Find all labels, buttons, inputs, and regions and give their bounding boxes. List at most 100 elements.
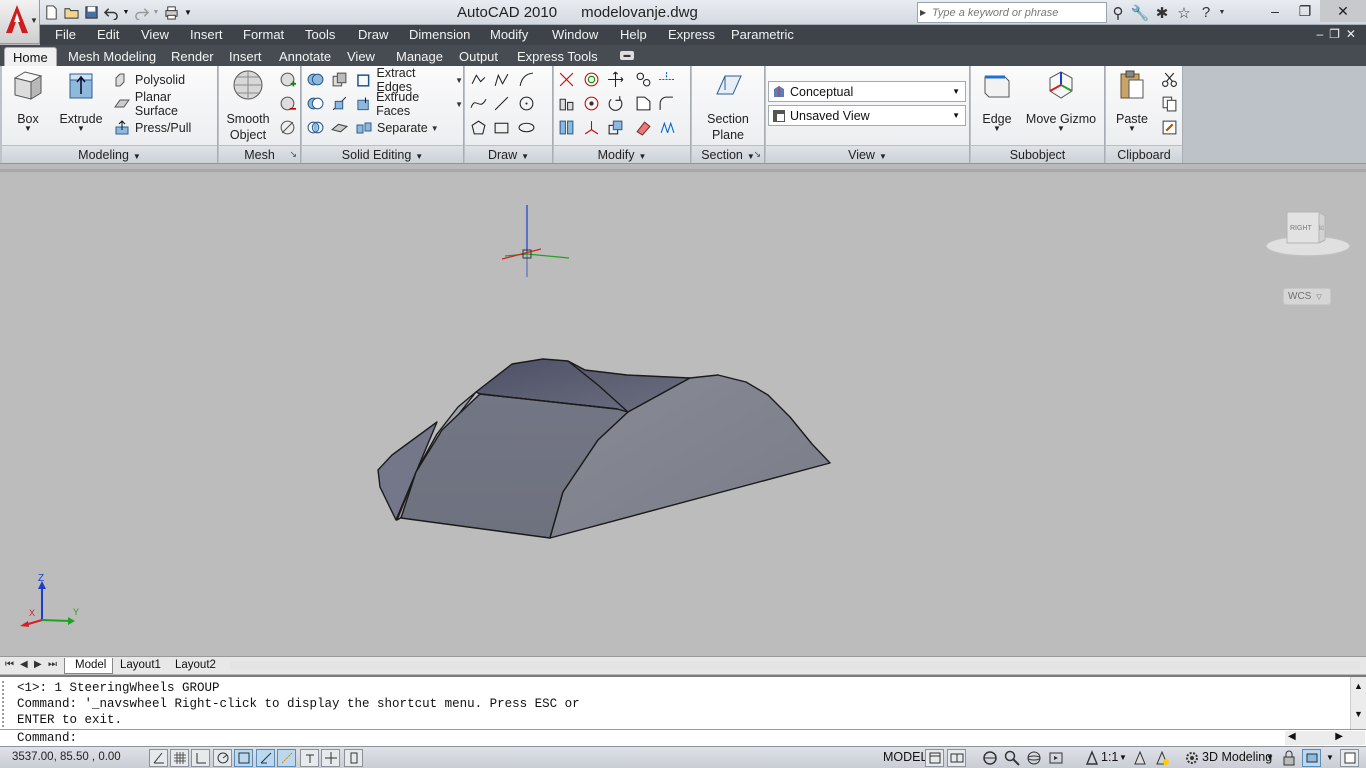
steering-wheel-icon[interactable] [980,749,1000,767]
save-icon[interactable] [82,4,100,22]
document-window-controls[interactable]: –❐✕ [1317,27,1363,41]
menu-dimension[interactable]: Dimension [409,27,470,42]
circle-icon[interactable] [515,92,537,114]
infer-constraints-toggle[interactable] [149,749,168,767]
3d-polyline-icon[interactable] [490,68,512,90]
open-file-icon[interactable] [62,4,80,22]
3d-mirror-icon[interactable] [555,116,577,138]
move-icon[interactable] [604,68,626,90]
undo-dropdown-icon[interactable]: ▼ [122,4,130,22]
qat-customize-icon[interactable]: ▼ [182,4,194,22]
annotation-visibility-icon[interactable] [1130,749,1150,767]
mesh-smooth-less-icon[interactable] [276,92,298,114]
named-view-combo[interactable]: Unsaved View ▼ [768,105,966,126]
redo-dropdown-icon[interactable]: ▼ [152,4,160,22]
spline-icon[interactable] [467,92,489,114]
mesh-refine-icon[interactable] [276,116,298,138]
paste-button[interactable]: Paste ▼ [1112,68,1152,133]
smooth-object-button[interactable]: Smooth Object [223,68,273,143]
edge-button[interactable]: Edge ▼ [975,68,1019,133]
annotation-scale-icon[interactable] [1082,749,1102,767]
ellipse-icon[interactable] [515,116,537,138]
search-input[interactable]: ▶ Type a keyword or phrase [917,2,1107,23]
viewcube-face-back[interactable]: BACK [1319,226,1324,232]
panel-title-view[interactable]: View ▼ [766,145,969,163]
3d-solid-model[interactable] [377,358,831,539]
viewport-horizontal-scrollbar[interactable] [230,661,1360,670]
polyline-icon[interactable] [467,68,489,90]
box-button[interactable]: Box ▼ [6,68,50,133]
scale-icon[interactable] [604,116,626,138]
orbit-icon[interactable] [1024,749,1044,767]
interfere-icon[interactable] [328,68,350,90]
tab-layout2[interactable]: Layout2 [165,658,222,674]
menu-help[interactable]: Help [620,27,647,42]
extrude-faces-button[interactable]: Extrude Faces ▼ [356,90,463,118]
slice-icon[interactable] [328,92,350,114]
auto-scale-icon[interactable] [1152,749,1172,767]
section-plane-button[interactable]: Section Plane [698,68,758,143]
menu-format[interactable]: Format [243,27,284,42]
menu-express[interactable]: Express [668,27,715,42]
tab-express-tools[interactable]: Express Tools [517,49,598,64]
union-icon[interactable] [304,68,326,90]
tab-insert[interactable]: Insert [229,49,262,64]
panel-title-section[interactable]: Section ▼ ↘ [692,145,764,163]
new-file-icon[interactable] [42,4,60,22]
extract-edges-button[interactable]: Extract Edges ▼ [356,66,463,94]
panel-title-modeling[interactable]: Modeling ▼ [2,145,217,163]
zoom-icon[interactable] [1002,749,1022,767]
prev-layout-icon[interactable]: ◀ [20,659,28,670]
polysolid-button[interactable]: Polysolid [114,69,185,91]
status-menu-icon[interactable]: ▼ [1326,753,1334,762]
menu-file[interactable]: File [55,27,76,42]
redo-icon[interactable] [132,4,150,22]
tab-manage[interactable]: Manage [396,49,443,64]
clean-screen-icon[interactable] [1340,749,1359,767]
rectangle-icon[interactable] [490,116,512,138]
workspace-dropdown-icon[interactable]: ▼ [1266,753,1274,762]
fillet-icon[interactable] [655,92,677,114]
menu-draw[interactable]: Draw [358,27,388,42]
visual-style-combo[interactable]: Conceptual ▼ [768,81,966,102]
communication-center-icon[interactable]: ✱ [1151,2,1173,23]
menu-tools[interactable]: Tools [305,27,335,42]
cut-icon[interactable] [1158,68,1180,90]
press-pull-button[interactable]: Press/Pull [114,117,191,139]
copy-object-icon[interactable] [632,68,654,90]
help-dropdown-icon[interactable]: ▼ [1217,2,1227,23]
ducs-toggle[interactable] [300,749,319,767]
command-vertical-scrollbar[interactable]: ▲ ▼ [1350,677,1366,730]
menu-view[interactable]: View [141,27,169,42]
maximize-button[interactable]: ❐ [1290,0,1320,22]
toolbar-lock-icon[interactable] [1279,749,1299,767]
panel-title-draw[interactable]: Draw ▼ [465,145,552,163]
rotate-icon[interactable] [604,92,626,114]
menu-insert[interactable]: Insert [190,27,223,42]
workspace-name[interactable]: 3D Modeling [1202,750,1272,764]
extrude-button[interactable]: Extrude ▼ [56,68,106,133]
thicken-icon[interactable] [328,116,350,138]
tab-mesh-modeling[interactable]: Mesh Modeling [68,49,156,64]
drawing-viewport[interactable]: Z Y X RIGHT BACK WCS ▽ [0,169,1366,656]
plot-icon[interactable] [162,4,180,22]
explode-icon[interactable] [655,116,677,138]
last-layout-icon[interactable]: ⏭ [48,659,57,670]
menu-edit[interactable]: Edit [97,27,119,42]
panel-title-solid-editing[interactable]: Solid Editing ▼ [302,145,463,163]
dyn-toggle[interactable] [321,749,340,767]
favorites-star-icon[interactable]: ☆ [1173,2,1195,23]
workspace-switching-icon[interactable] [1182,749,1202,767]
polar-toggle[interactable] [213,749,232,767]
command-window-grip[interactable] [2,681,10,727]
separate-button[interactable]: Separate ▼ [356,117,439,139]
minimize-button[interactable]: – [1260,0,1290,22]
command-horizontal-scrollbar[interactable]: ◀ ▶ [1285,731,1365,745]
search-expand-icon[interactable]: ▶ [920,8,926,17]
next-layout-icon[interactable]: ▶ [34,659,42,670]
3d-array-icon[interactable] [580,92,602,114]
close-button[interactable]: ✕ [1320,0,1366,22]
planar-surface-button[interactable]: Planar Surface [114,90,217,118]
grid-toggle[interactable] [170,749,189,767]
lwt-toggle[interactable] [344,749,363,767]
